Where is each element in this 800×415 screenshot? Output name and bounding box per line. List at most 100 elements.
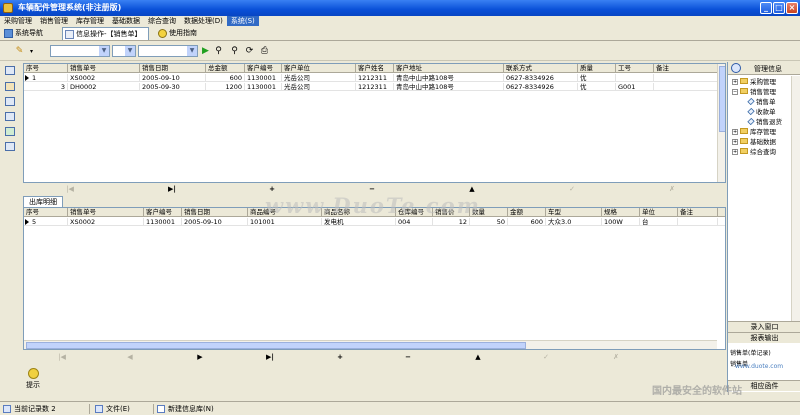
cell-order-no[interactable]: DH0002 (68, 83, 140, 91)
collapse-icon[interactable]: − (732, 89, 738, 95)
cell-car-model[interactable]: 大众3.0 (546, 218, 602, 226)
field-combo[interactable]: ▼ (50, 45, 110, 57)
cell-customer-no[interactable]: 1130001 (245, 83, 282, 91)
col-header[interactable]: 序号 (24, 208, 68, 217)
prompt-button[interactable]: 提示 (22, 368, 44, 394)
cell-price[interactable]: 12 (433, 218, 470, 226)
report-output-button[interactable]: 报表输出 (728, 332, 800, 343)
chevron-down-icon[interactable]: ▼ (99, 46, 109, 56)
nav-last-button[interactable]: ▶| (265, 353, 275, 361)
cell-contact[interactable]: 0627-8334926 (504, 83, 578, 91)
delete-icon[interactable] (5, 142, 15, 151)
pencil-icon[interactable]: ✎ (14, 46, 25, 57)
col-header[interactable]: 客户编号 (144, 208, 182, 217)
cell-remark[interactable] (654, 83, 718, 91)
cell-product-name[interactable]: 发电机 (322, 218, 396, 226)
tab-user-guide[interactable]: 使用指南 (156, 27, 203, 40)
detail-horizontal-scrollbar[interactable] (24, 340, 717, 349)
cell-address[interactable]: 青岛中山中路108号 (394, 74, 504, 82)
sales-order-grid[interactable]: 序号 销售单号 销售日期 总金额 客户编号 客户单位 客户姓名 客户地址 联系方… (23, 63, 726, 183)
nav-edit-button[interactable]: ▲ (467, 185, 477, 193)
nav-post-button[interactable]: ✓ (541, 353, 551, 361)
tree-node-query[interactable]: + 综合查询 (732, 148, 776, 157)
refresh-icon[interactable] (731, 63, 741, 73)
cell-customer-unit[interactable]: 光岳公司 (282, 83, 356, 91)
col-header[interactable]: 客户姓名 (356, 64, 394, 73)
tree-node-sales[interactable]: − 销售管理 (732, 88, 776, 97)
col-header[interactable]: 车型 (546, 208, 602, 217)
menu-system[interactable]: 系统(S) (226, 16, 259, 26)
col-header[interactable]: 工号 (616, 64, 654, 73)
tree-node-basic-data[interactable]: + 基础数据 (732, 138, 776, 147)
menu-query[interactable]: 综合查询 (144, 16, 180, 26)
menu-inventory[interactable]: 库存管理 (72, 16, 108, 26)
col-header[interactable]: 质量 (578, 64, 616, 73)
chevron-down-icon[interactable]: ▼ (187, 46, 197, 56)
cell-total[interactable]: 1200 (206, 83, 245, 91)
cell-date[interactable]: 2005-09-10 (140, 74, 206, 82)
menu-sales[interactable]: 销售管理 (36, 16, 72, 26)
col-header[interactable]: 总金额 (206, 64, 245, 73)
value-combo[interactable]: ▼ (138, 45, 198, 57)
cell-customer-unit[interactable]: 光岳公司 (282, 74, 356, 82)
menu-purchase[interactable]: 采购管理 (0, 16, 36, 26)
tree-node-receipt[interactable]: 收款单 (747, 107, 776, 117)
master-vertical-scrollbar[interactable] (717, 64, 725, 182)
col-header[interactable]: 客户编号 (245, 64, 282, 73)
col-header[interactable]: 规格 (602, 208, 640, 217)
nav-first-button[interactable]: |◀ (57, 353, 67, 361)
entry-window-button[interactable]: 录入窗口 (728, 321, 800, 332)
tree-node-sales-return[interactable]: 销售退货 (747, 117, 782, 127)
refresh-icon[interactable]: ⟳ (244, 46, 255, 57)
tree-node-purchase[interactable]: + 采购管理 (732, 78, 776, 87)
report-item-single[interactable]: 销售单(单记录) (728, 348, 800, 359)
col-header[interactable]: 销售单号 (68, 208, 144, 217)
cell-total[interactable]: 600 (206, 74, 245, 82)
nav-post-button[interactable]: ✓ (567, 185, 577, 193)
list-icon[interactable] (5, 97, 15, 106)
cell-seq[interactable]: 1 (30, 74, 68, 82)
cell-customer-name[interactable]: 1212311 (356, 83, 394, 91)
report-icon[interactable] (5, 112, 15, 121)
nav-insert-button[interactable]: + (267, 185, 277, 193)
cell-quality[interactable]: 优 (578, 74, 616, 82)
close-button[interactable]: × (786, 2, 798, 14)
cell-quantity[interactable]: 50 (470, 218, 508, 226)
nav-insert-button[interactable]: + (335, 353, 345, 361)
expand-icon[interactable]: + (732, 139, 738, 145)
tree-node-sales-order[interactable]: 销售单 (747, 97, 776, 107)
status-new-db[interactable]: 新建信息库(N) (156, 404, 256, 414)
col-header[interactable]: 序号 (24, 64, 68, 73)
nav-edit-button[interactable]: ▲ (473, 353, 483, 361)
col-header[interactable]: 销售单号 (68, 64, 140, 73)
table-row[interactable]: 5 XS0002 1130001 2005-09-10 101001 发电机 0… (24, 218, 725, 226)
nav-last-button[interactable]: ▶| (167, 185, 177, 193)
table-row[interactable]: 3 DH0002 2005-09-30 1200 1130001 光岳公司 12… (24, 83, 725, 91)
cell-product-no[interactable]: 101001 (248, 218, 322, 226)
scroll-thumb[interactable] (719, 66, 725, 132)
scroll-thumb[interactable] (26, 342, 526, 349)
expand-icon[interactable]: + (732, 149, 738, 155)
maximize-button[interactable]: □ (773, 2, 785, 14)
tools-icon[interactable] (5, 82, 15, 91)
nav-cancel-button[interactable]: ✗ (611, 353, 621, 361)
nav-prior-button[interactable]: ◀ (125, 353, 135, 361)
cell-spec[interactable]: 100W (602, 218, 640, 226)
play-icon[interactable]: ▶ (200, 46, 211, 57)
minimize-button[interactable]: _ (760, 2, 772, 14)
cell-date[interactable]: 2005-09-10 (182, 218, 248, 226)
panel-vertical-scrollbar[interactable] (791, 76, 800, 321)
col-header[interactable]: 备注 (654, 64, 718, 73)
cell-customer-no[interactable]: 1130001 (144, 218, 182, 226)
col-header[interactable]: 销售日期 (182, 208, 248, 217)
menu-basic-data[interactable]: 基础数据 (108, 16, 144, 26)
cell-seq[interactable]: 5 (30, 218, 68, 226)
cell-customer-no[interactable]: 1130001 (245, 74, 282, 82)
grid-icon[interactable] (5, 66, 15, 75)
nav-first-button[interactable]: |◀ (65, 185, 75, 193)
col-header[interactable]: 金额 (508, 208, 546, 217)
nav-delete-button[interactable]: − (403, 353, 413, 361)
excel-icon[interactable] (5, 127, 15, 136)
menu-data-processing[interactable]: 数据处理(D) (180, 16, 227, 26)
expand-icon[interactable]: + (732, 79, 738, 85)
